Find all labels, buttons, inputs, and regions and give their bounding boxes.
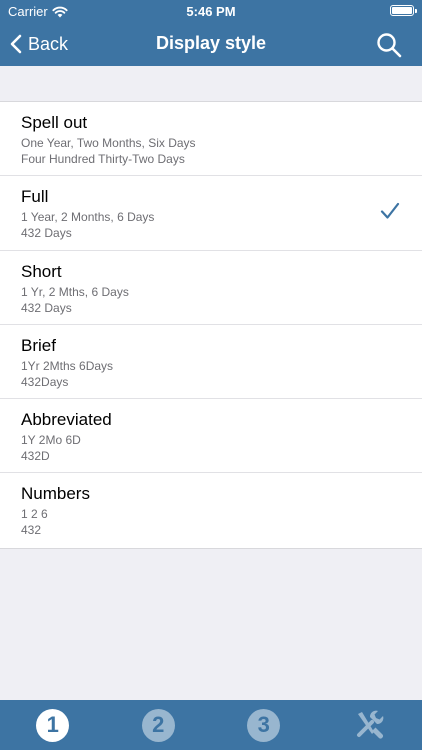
tab-3[interactable]: 3 [211,700,317,750]
tab-2[interactable]: 2 [106,700,212,750]
tab-bar: 1 2 3 [0,700,422,750]
style-example-date: 1Y 2Mo 6D [21,433,81,448]
style-example-days: 432 Days [21,226,72,241]
style-example-days: 432 Days [21,300,72,315]
style-example-date: 1Yr 2Mths 6Days [21,358,114,373]
style-row-abbreviated[interactable]: Abbreviated 1Y 2Mo 6D 432D [0,399,422,474]
style-example-date: 1 Yr, 2 Mths, 6 Days [21,284,129,299]
style-title: Brief [21,335,56,355]
search-icon[interactable] [376,32,402,58]
style-title: Numbers [21,484,90,504]
checkmark-icon [380,203,400,219]
style-example-days: 432Days [21,374,69,389]
style-example-date: 1 Year, 2 Months, 6 Days [21,210,155,225]
style-title: Spell out [21,113,88,132]
style-title: Full [21,187,49,207]
style-row-brief[interactable]: Brief 1Yr 2Mths 6Days 432Days [0,325,422,400]
status-bar: Carrier 5:46 PM [0,0,422,22]
style-row-spell-out[interactable]: Spell out One Year, Two Months, Six Days… [0,102,422,177]
header: Carrier 5:46 PM Back Display style [0,0,422,66]
page-title: Display style [155,33,267,53]
style-row-full[interactable]: Full 1 Year, 2 Months, 6 Days 432 Days [0,176,422,251]
tab-1[interactable]: 1 [0,700,106,750]
style-row-short[interactable]: Short 1 Yr, 2 Mths, 6 Days 432 Days [0,251,422,325]
status-time: 5:46 PM [186,4,236,19]
style-title: Abbreviated [21,410,112,430]
style-example-date: One Year, Two Months, Six Days [21,136,196,150]
display-style-list: Spell out One Year, Two Months, Six Days… [0,101,422,549]
navigation-bar: Back Display style [0,22,422,66]
tools-icon [357,710,384,739]
tab-tools[interactable] [317,700,422,750]
style-example-days: 432 [21,523,42,538]
tab-3-badge: 3 [247,708,281,742]
style-example-days: Four Hundred Thirty-Two Days [21,152,185,166]
battery-icon [390,5,417,16]
tab-2-badge: 2 [141,708,175,742]
style-row-numbers[interactable]: Numbers 1 2 6 432 [0,473,422,547]
style-example-date: 1 2 6 [21,507,48,522]
style-title: Short [21,261,62,281]
style-example-days: 432D [21,449,50,464]
tab-1-badge: 1 [36,708,70,742]
